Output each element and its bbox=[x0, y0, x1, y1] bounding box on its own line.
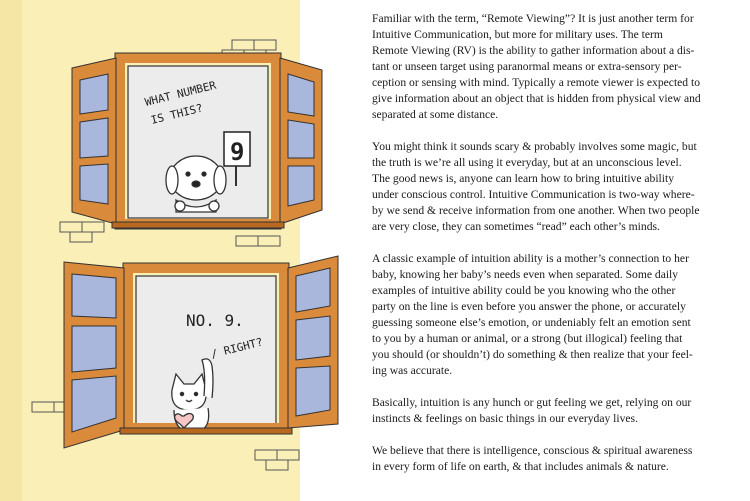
text-line: party on the line is even before you ans… bbox=[372, 300, 686, 313]
article-paragraph: You might think it sounds scary & probab… bbox=[372, 139, 734, 235]
text-line: separated at some distance. bbox=[372, 108, 499, 121]
bottom-left-shutter bbox=[63, 261, 125, 449]
sign-number: 9 bbox=[230, 138, 244, 166]
text-line: A classic example of intuition ability i… bbox=[372, 252, 689, 265]
article-paragraph: A classic example of intuition ability i… bbox=[372, 251, 734, 379]
article-text: Familiar with the term, “Remote Viewing”… bbox=[372, 11, 734, 491]
text-line: ing was accurate. bbox=[372, 364, 453, 377]
text-line: under conscious control. Intuitive Commu… bbox=[372, 188, 695, 201]
top-right-shutter bbox=[279, 57, 323, 225]
top-window: WHAT NUMBER IS THIS? 9 bbox=[71, 52, 323, 230]
article-paragraph: Familiar with the term, “Remote Viewing”… bbox=[372, 11, 734, 123]
text-line: The good news is, anyone can learn how t… bbox=[372, 172, 675, 185]
text-line: to you by a human or animal, or a strong… bbox=[372, 332, 683, 345]
text-line: are very close, they can sometimes “read… bbox=[372, 220, 660, 233]
text-line: Intuitive Communication, but more for mi… bbox=[372, 28, 663, 41]
top-window-sill bbox=[111, 221, 285, 229]
bottom-caption-line-1: NO. 9. bbox=[186, 311, 244, 330]
text-line: guessing someone else’s emotion, or unde… bbox=[372, 316, 691, 329]
text-line: tant or unseen target using paranormal m… bbox=[372, 60, 682, 73]
bottom-right-shutter bbox=[287, 255, 339, 429]
text-line: Familiar with the term, “Remote Viewing”… bbox=[372, 12, 694, 25]
text-line: You might think it sounds scary & probab… bbox=[372, 140, 697, 153]
article-paragraph: Basically, intuition is any hunch or gut… bbox=[372, 395, 734, 427]
text-line: ception or sensing with mind. Typically … bbox=[372, 76, 701, 89]
text-line: you should (or shouldn’t) do something &… bbox=[372, 348, 693, 361]
text-line: baby, knowing her baby’s needs even when… bbox=[372, 268, 679, 281]
text-line: in every form of life on earth, & that i… bbox=[372, 460, 669, 473]
article-paragraph: We believe that there is intelligence, c… bbox=[372, 443, 734, 475]
text-line: examples of intuitive ability could be y… bbox=[372, 284, 676, 297]
text-line: give information about an object that is… bbox=[372, 92, 701, 105]
text-line: We believe that there is intelligence, c… bbox=[372, 444, 693, 457]
top-left-shutter bbox=[71, 57, 117, 225]
text-line: by we send & receive information from on… bbox=[372, 204, 700, 217]
text-line: Basically, intuition is any hunch or gut… bbox=[372, 396, 692, 409]
wall-shadow-strip bbox=[0, 0, 22, 501]
text-line: the truth is we’re all using it everyday… bbox=[372, 156, 682, 169]
text-line: Remote Viewing (RV) is the ability to ga… bbox=[372, 44, 695, 57]
text-line: instincts & feelings on basic things in … bbox=[372, 412, 638, 425]
window-illustration: WHAT NUMBER IS THIS? 9 NO. 9. / RIGHT? bbox=[0, 0, 339, 501]
bottom-window-sill bbox=[119, 427, 293, 435]
bottom-window: NO. 9. / RIGHT? bbox=[63, 255, 339, 449]
